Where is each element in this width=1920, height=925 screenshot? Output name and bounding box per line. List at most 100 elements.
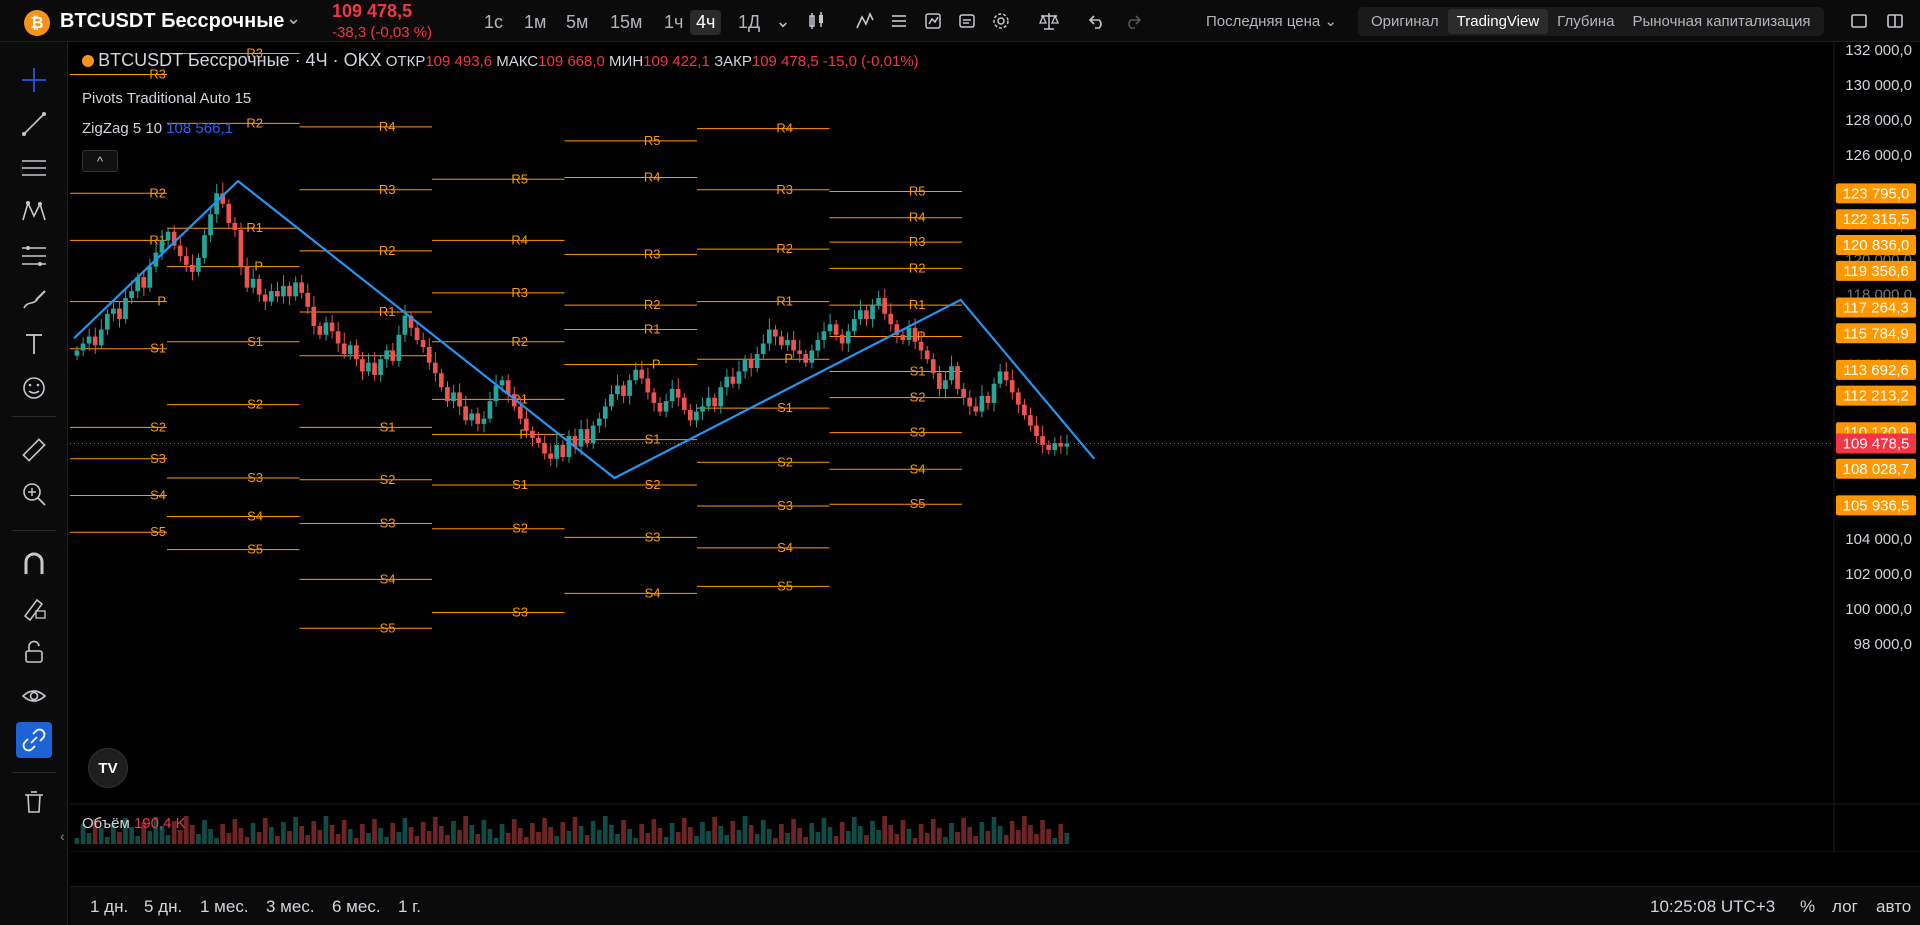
log-scale-toggle[interactable]: лог: [1832, 897, 1858, 917]
fib-icon[interactable]: [16, 238, 52, 274]
price-type-select[interactable]: Последняя цена ⌄: [1206, 12, 1337, 30]
volume-bar: [402, 818, 408, 844]
volume-bar: [238, 828, 244, 844]
tf-15m[interactable]: 15м: [604, 10, 648, 35]
ruler-icon[interactable]: [16, 432, 52, 468]
range-1y[interactable]: 1 г.: [398, 897, 421, 917]
tf-4h[interactable]: 4ч: [690, 10, 722, 35]
chevron-down-icon[interactable]: ⌄: [286, 8, 301, 29]
volume-bar: [609, 825, 614, 844]
tf-1h[interactable]: 1ч: [658, 10, 689, 35]
pivot-level-label: S2: [380, 472, 396, 487]
volume-bar: [949, 823, 954, 844]
candle-body: [80, 343, 86, 351]
toolbar-divider: [12, 416, 56, 417]
mode-depth[interactable]: Глубина: [1548, 9, 1623, 34]
volume-bar: [930, 819, 936, 844]
zigzag-indicator-legend[interactable]: ZigZag 5 10 108 566,1: [82, 120, 233, 137]
collapse-legend-button[interactable]: ^: [82, 150, 118, 172]
volume-bar: [396, 832, 402, 844]
candle-body: [1028, 415, 1033, 426]
tf-1s[interactable]: 1с: [478, 10, 509, 35]
range-1d[interactable]: 1 дн.: [90, 897, 128, 917]
emoji-icon[interactable]: [16, 370, 52, 406]
lock-drawing-icon[interactable]: [16, 590, 52, 626]
price-tick-label: 102 000,0: [1845, 566, 1912, 583]
candle-type-icon[interactable]: [804, 9, 830, 33]
candle-body: [991, 383, 997, 403]
candle-body: [785, 340, 790, 346]
indicators-icon[interactable]: [852, 9, 878, 33]
layout-icon[interactable]: [1882, 9, 1908, 33]
replay-icon[interactable]: [954, 9, 980, 33]
candle-body: [943, 380, 948, 389]
unlock-icon[interactable]: [16, 634, 52, 670]
eye-icon[interactable]: [16, 678, 52, 714]
scales-icon[interactable]: [1036, 9, 1062, 33]
redo-icon[interactable]: [1120, 9, 1146, 33]
volume-bar: [760, 820, 766, 844]
pivot-level-label: S4: [910, 461, 926, 476]
price-chart[interactable]: R3 R2 R1 P S1 S2 S3 S4 S5 R3 R2 R1 P S1 S2 S3 S4 S5 R4 R3 R2…: [70, 42, 1920, 852]
pivot-level-label: R2: [511, 334, 528, 349]
toolbar-divider: [12, 772, 56, 773]
range-5d[interactable]: 5 дн.: [144, 897, 182, 917]
trash-icon[interactable]: [16, 784, 52, 820]
candle-body: [481, 418, 487, 424]
mode-tradingview[interactable]: TradingView: [1447, 9, 1549, 34]
candle-body: [839, 334, 845, 344]
zoom-in-icon[interactable]: [16, 476, 52, 512]
collapse-toolbar-icon[interactable]: ‹: [60, 828, 65, 844]
fullscreen-icon[interactable]: [1846, 9, 1872, 33]
chart-canvas[interactable]: R3 R2 R1 P S1 S2 S3 S4 S5 R3 R2 R1 P S1 S2 S3 S4 S5 R4 R3 R2…: [70, 42, 1920, 852]
utc-clock[interactable]: 10:25:08 UTC+3: [1650, 897, 1775, 917]
pivot-level-label: S3: [777, 498, 793, 513]
candle-body: [165, 231, 171, 241]
candle-body: [536, 437, 541, 444]
pattern-icon[interactable]: [16, 194, 52, 230]
pivot-level-label: R4: [511, 232, 528, 247]
alert-icon[interactable]: [920, 9, 946, 33]
volume-bar: [481, 820, 487, 844]
trend-line-icon[interactable]: [16, 106, 52, 142]
volume-bar: [353, 838, 359, 844]
list-icon[interactable]: [886, 9, 912, 33]
volume-bar: [311, 821, 317, 844]
horizontal-lines-icon[interactable]: [16, 150, 52, 186]
brush-icon[interactable]: [16, 282, 52, 318]
range-6m[interactable]: 6 мес.: [332, 897, 381, 917]
candle-body: [493, 385, 499, 402]
volume-bar: [967, 827, 973, 844]
tf-1d[interactable]: 1Д: [732, 10, 766, 35]
link-icon[interactable]: [16, 722, 52, 758]
magnet-icon[interactable]: [16, 546, 52, 582]
volume-bar: [724, 835, 730, 844]
chevron-down-icon[interactable]: ⌄: [770, 9, 796, 33]
pivot-level-label: R1: [246, 220, 263, 235]
mode-original[interactable]: Оригинал: [1362, 9, 1448, 34]
pivot-level-label: R1: [379, 304, 396, 319]
candle-body: [353, 345, 359, 360]
gear-icon[interactable]: [988, 9, 1014, 33]
mode-market-cap[interactable]: Рыночная капитализация: [1623, 9, 1819, 34]
tradingview-logo[interactable]: TV: [88, 748, 128, 788]
volume-bar: [621, 820, 626, 844]
pivots-indicator-legend[interactable]: Pivots Traditional Auto 15: [82, 90, 251, 107]
pivot-level-label: S1: [150, 341, 166, 356]
crosshair-icon[interactable]: [16, 62, 52, 98]
tf-1m[interactable]: 1м: [518, 10, 552, 35]
range-3m[interactable]: 3 мес.: [266, 897, 315, 917]
percent-scale-toggle[interactable]: %: [1800, 897, 1815, 917]
text-icon[interactable]: [16, 326, 52, 362]
undo-icon[interactable]: [1084, 9, 1110, 33]
price-tick-label: 128 000,0: [1845, 112, 1912, 129]
auto-scale-toggle[interactable]: авто: [1876, 897, 1911, 917]
candle-body: [700, 406, 705, 412]
range-1m[interactable]: 1 мес.: [200, 897, 249, 917]
pivot-level-label: S4: [645, 585, 661, 600]
candle-body: [748, 359, 754, 368]
pivot-level-label: P: [784, 351, 793, 366]
tf-5m[interactable]: 5м: [560, 10, 594, 35]
symbol-title[interactable]: BTCUSDT Бессрочные: [60, 10, 284, 33]
price-tick-label: 132 000,0: [1845, 42, 1912, 59]
